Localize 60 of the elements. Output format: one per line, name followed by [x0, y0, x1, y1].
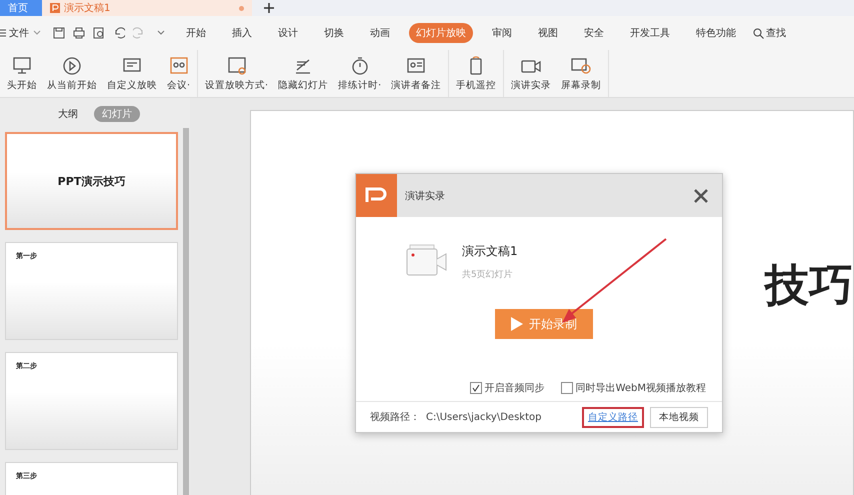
option-checkbox[interactable]: 同时导出WebM视频播放教程 — [560, 381, 706, 395]
play-icon — [511, 317, 523, 331]
tab-label: 首页 — [8, 2, 28, 15]
ribbon-tab[interactable]: 开始 — [179, 23, 213, 43]
panel-tab[interactable]: 大纲 — [50, 106, 86, 122]
slide-thumbnail[interactable]: PPT演示技巧 — [5, 132, 178, 230]
notes-icon — [405, 56, 428, 76]
dialog-title: 演讲实录 — [405, 190, 446, 202]
ribbon-button[interactable]: 设置放映方式· — [202, 50, 272, 97]
ribbon-button[interactable]: 头开始 — [4, 50, 40, 97]
slide-count: 共5页幻灯片 — [462, 268, 514, 281]
screen-record-icon — [570, 56, 592, 76]
ribbon-button[interactable]: 屏幕录制 — [558, 50, 604, 97]
plus-icon — [264, 3, 274, 13]
option-checkbox[interactable]: 开启音频同步 — [470, 381, 545, 395]
play-icon — [61, 56, 83, 76]
preview-icon[interactable] — [93, 27, 105, 39]
ribbon-button[interactable]: 手机遥控 — [453, 50, 500, 97]
settings-icon — [226, 56, 248, 76]
ribbon-button[interactable]: 隐藏幻灯片 — [275, 50, 332, 97]
ribbon-tab[interactable]: 设计 — [271, 23, 305, 43]
ribbon-tab[interactable]: 开发工具 — [623, 23, 677, 43]
check-icon — [472, 384, 480, 392]
video-camera-icon — [406, 243, 448, 277]
dropdown-icon[interactable] — [33, 30, 41, 36]
ribbon-button[interactable]: 会议· — [164, 50, 194, 97]
path-label: 视频路径： — [370, 410, 420, 424]
scrollbar[interactable] — [183, 128, 189, 495]
undo-icon[interactable] — [113, 27, 125, 39]
close-icon — [694, 188, 708, 202]
print-icon[interactable] — [73, 27, 85, 39]
ribbon-tab[interactable]: 动画 — [363, 23, 397, 43]
ribbon-tab[interactable]: 视图 — [531, 23, 565, 43]
dropdown-icon[interactable] — [157, 30, 165, 36]
ribbon-button[interactable]: 演讲实录 — [508, 50, 554, 97]
save-icon[interactable] — [53, 27, 65, 39]
ribbon-tab[interactable]: 审阅 — [485, 23, 519, 43]
slide-title: 技巧 — [765, 259, 853, 313]
local-video-button[interactable]: 本地视频 — [650, 406, 708, 428]
ribbon-tab[interactable]: 安全 — [577, 23, 611, 43]
tab-label: 演示文稿1 — [64, 2, 110, 15]
meeting-icon — [168, 56, 190, 76]
custom-path-link[interactable]: 自定义路径 — [582, 406, 644, 428]
path-value: C:\Users\jacky\Desktop — [426, 412, 542, 422]
unsaved-dot — [239, 6, 244, 10]
menu-icon[interactable] — [0, 29, 6, 37]
ribbon-tab[interactable]: 插入 — [225, 23, 259, 43]
monitor-icon — [11, 56, 33, 76]
presentation-icon — [50, 3, 60, 13]
file-name: 演示文稿1 — [462, 243, 518, 260]
ribbon-button[interactable]: 排练计时· — [335, 50, 384, 97]
file-menu[interactable]: 文件 — [9, 26, 29, 40]
thumbnail-title: PPT演示技巧 — [58, 174, 126, 188]
search-icon[interactable] — [753, 28, 764, 38]
ribbon-tab[interactable]: 特色功能 — [689, 23, 743, 43]
ribbon-button[interactable]: 演讲者备注 — [388, 50, 444, 97]
search-label[interactable]: 查找 — [766, 26, 786, 40]
ribbon-tab[interactable]: 切换 — [317, 23, 351, 43]
ribbon-button[interactable]: 自定义放映 — [104, 50, 160, 97]
ribbon-button[interactable]: 从当前开始 — [44, 50, 100, 97]
